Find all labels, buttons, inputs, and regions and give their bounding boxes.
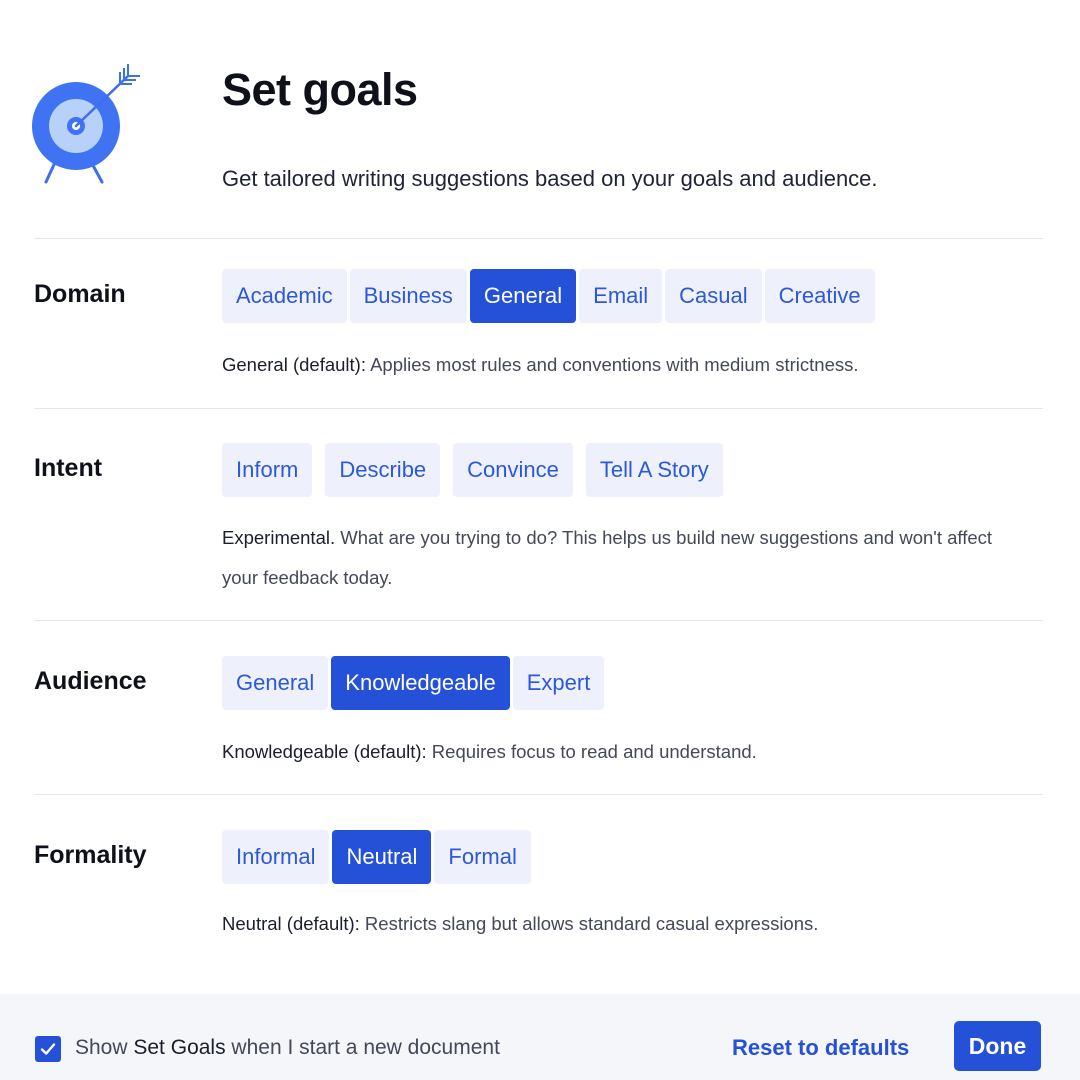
formality-description-strong: Neutral (default): [222,913,360,934]
show-label-emphasis: Set Goals [133,1036,226,1059]
intent-description-strong: Experimental. [222,527,336,548]
show-set-goals-checkbox[interactable] [35,1036,61,1062]
domain-section: Domain Academic Business General Email Casua… [0,239,1080,408]
set-goals-dialog: Set goals Get tailored writing suggestio… [0,0,1080,1080]
page-title: Set goals [222,64,418,115]
show-label-pre: Show [75,1036,134,1059]
formality-option-formal[interactable]: Formal [434,830,531,884]
intent-label: Intent [34,454,103,482]
checkmark-icon [40,1043,56,1055]
domain-option-general[interactable]: General [469,269,577,323]
show-label-post: when I start a new document [225,1036,500,1059]
intent-section: Intent Inform Describe Convince Tell A Stor… [0,409,1080,620]
formality-option-neutral[interactable]: Neutral [332,830,432,884]
target-with-arrow-icon [32,64,140,184]
audience-label: Audience [34,667,147,695]
intent-description-text: What are you trying to do? This helps us… [222,527,993,588]
domain-description-text: Applies most rules and conventions with … [365,354,859,375]
intent-description: Experimental. What are you trying to do?… [222,518,1012,598]
formality-label: Formality [34,841,147,869]
formality-option-informal[interactable]: Informal [222,830,330,884]
domain-label: Domain [34,280,126,308]
audience-option-knowledgeable[interactable]: Knowledgeable [331,656,510,710]
audience-description: Knowledgeable (default): Requires focus … [222,732,1012,772]
domain-option-casual[interactable]: Casual [665,269,762,323]
show-set-goals-label: Show Set Goals when I start a new docume… [75,1036,500,1060]
audience-description-text: Requires focus to read and understand. [426,741,757,762]
audience-options: General Knowledgeable Expert [222,656,605,710]
formality-options: Informal Neutral Formal [222,830,531,884]
formality-description-text: Restricts slang but allows standard casu… [359,913,819,934]
domain-description-strong: General (default): [222,354,366,375]
intent-option-describe[interactable]: Describe [325,443,441,497]
dialog-header: Set goals Get tailored writing suggestio… [0,0,1080,238]
domain-option-business[interactable]: Business [349,269,467,323]
audience-section: Audience General Knowledgeable Expert Know… [0,621,1080,794]
domain-option-academic[interactable]: Academic [222,269,347,323]
domain-description: General (default): Applies most rules an… [222,345,1012,385]
audience-description-strong: Knowledgeable (default): [222,741,427,762]
intent-options: Inform Describe Convince Tell A Story [222,443,723,497]
formality-description: Neutral (default): Restricts slang but a… [222,904,1012,944]
intent-option-convince[interactable]: Convince [453,443,573,497]
domain-options: Academic Business General Email Casual Creati… [222,269,875,323]
domain-option-email[interactable]: Email [579,269,663,323]
dialog-footer: Show Set Goals when I start a new docume… [0,994,1080,1080]
done-button[interactable]: Done [954,1021,1041,1071]
intent-option-tell-a-story[interactable]: Tell A Story [585,443,723,497]
page-subtitle: Get tailored writing suggestions based o… [222,166,878,191]
domain-option-creative[interactable]: Creative [764,269,875,323]
formality-section: Formality Informal Neutral Formal Neutral … [0,795,1080,993]
audience-option-general[interactable]: General [222,656,329,710]
intent-option-inform[interactable]: Inform [222,443,313,497]
reset-to-defaults-button[interactable]: Reset to defaults [726,1028,915,1068]
audience-option-expert[interactable]: Expert [512,656,605,710]
